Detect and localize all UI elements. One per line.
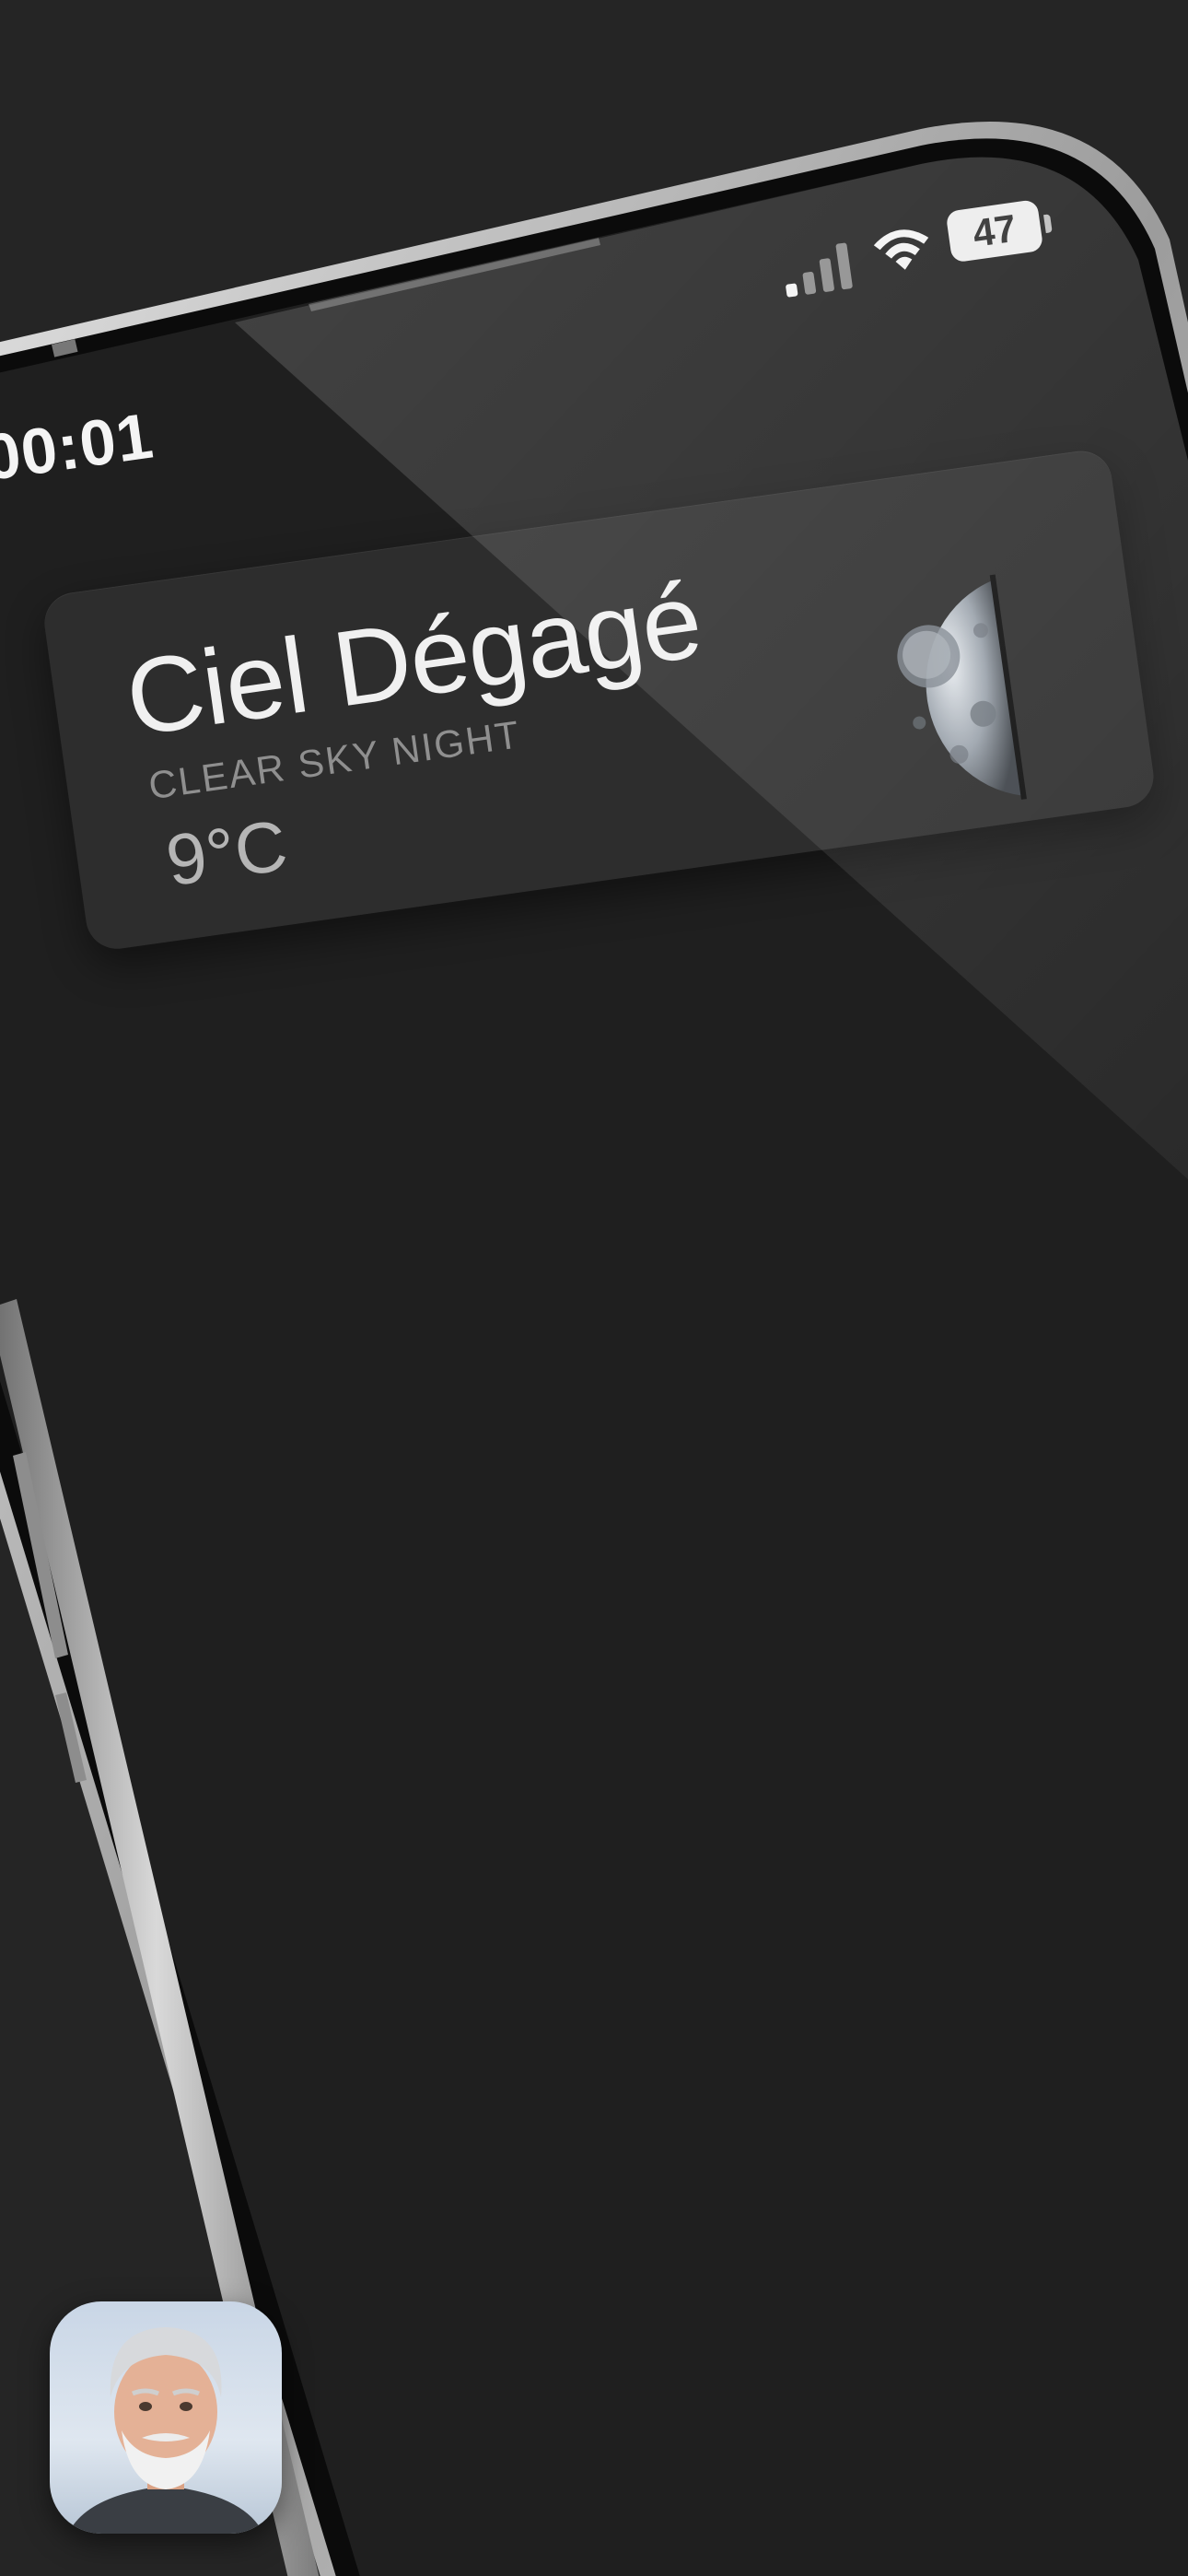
battery-cap [1043, 214, 1053, 234]
moon-icon [897, 574, 1027, 800]
wifi-icon [873, 229, 929, 270]
cellular-signal-icon [786, 242, 853, 298]
temperature-value: 9°C [161, 803, 292, 902]
avatar-icon [68, 2327, 263, 2534]
avatar-app-icon[interactable] [50, 2301, 282, 2534]
battery-icon: 47 [945, 199, 1044, 263]
phone-device [0, 122, 1188, 2576]
promo-screenshot: 00:01 47 Ciel Dégagé CLEAR SKY NIGHT 9°C [0, 0, 1188, 2576]
